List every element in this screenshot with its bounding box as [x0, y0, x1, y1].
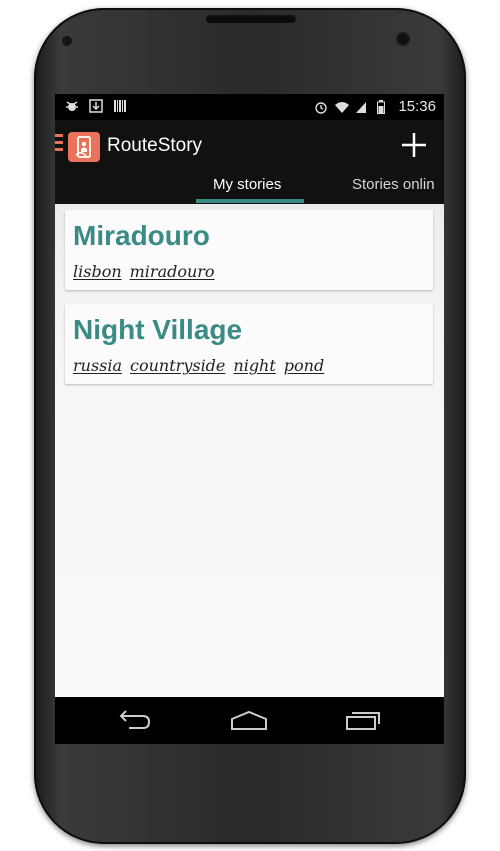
home-icon [231, 710, 267, 730]
battery-icon [374, 99, 388, 114]
back-button[interactable] [115, 707, 155, 733]
barcode-icon [113, 99, 127, 113]
tab-selected-indicator [196, 199, 304, 203]
tab-stories-online[interactable]: Stories onlin [352, 176, 435, 193]
front-camera [396, 32, 410, 46]
back-arrow-icon [119, 710, 151, 729]
story-list: Miradouro lisbon miradouro Night Village… [55, 204, 444, 697]
status-time: 15:36 [398, 98, 436, 115]
story-card[interactable]: Miradouro lisbon miradouro [65, 210, 433, 290]
home-button[interactable] [229, 707, 269, 733]
tag-link[interactable]: night [233, 356, 275, 375]
signal-icon [354, 100, 368, 114]
drawer-indicator-icon[interactable] [55, 134, 63, 154]
debug-icon [65, 99, 79, 113]
story-tags: lisbon miradouro [73, 262, 215, 281]
recent-apps-button[interactable] [343, 707, 383, 733]
earpiece-speaker [206, 15, 296, 23]
tag-link[interactable]: lisbon [73, 262, 122, 281]
story-card[interactable]: Night Village russia countryside night p… [65, 304, 433, 384]
action-bar: RouteStory [55, 120, 444, 170]
tab-my-stories[interactable]: My stories [213, 176, 281, 193]
wifi-icon [334, 100, 350, 114]
navigation-bar [55, 697, 444, 744]
story-tags: russia countryside night pond [73, 356, 324, 375]
tag-link[interactable]: miradouro [130, 262, 215, 281]
story-title: Night Village [73, 314, 243, 345]
plus-icon [402, 133, 426, 157]
story-title: Miradouro [73, 220, 210, 251]
add-story-button[interactable] [399, 130, 429, 160]
status-bar: 15:36 [55, 94, 444, 120]
phone-screen: 15:36 RouteStory My stories Stories onli… [55, 94, 444, 744]
alarm-icon [314, 100, 328, 114]
tag-link[interactable]: russia [73, 356, 122, 375]
tag-link[interactable]: countryside [130, 356, 225, 375]
app-title: RouteStory [107, 135, 203, 156]
proximity-sensor [62, 36, 72, 46]
app-logo-icon[interactable] [68, 132, 100, 162]
tag-link[interactable]: pond [284, 356, 324, 375]
recent-apps-icon [346, 712, 380, 730]
download-icon [89, 99, 103, 113]
tab-bar: My stories Stories onlin [55, 170, 444, 204]
